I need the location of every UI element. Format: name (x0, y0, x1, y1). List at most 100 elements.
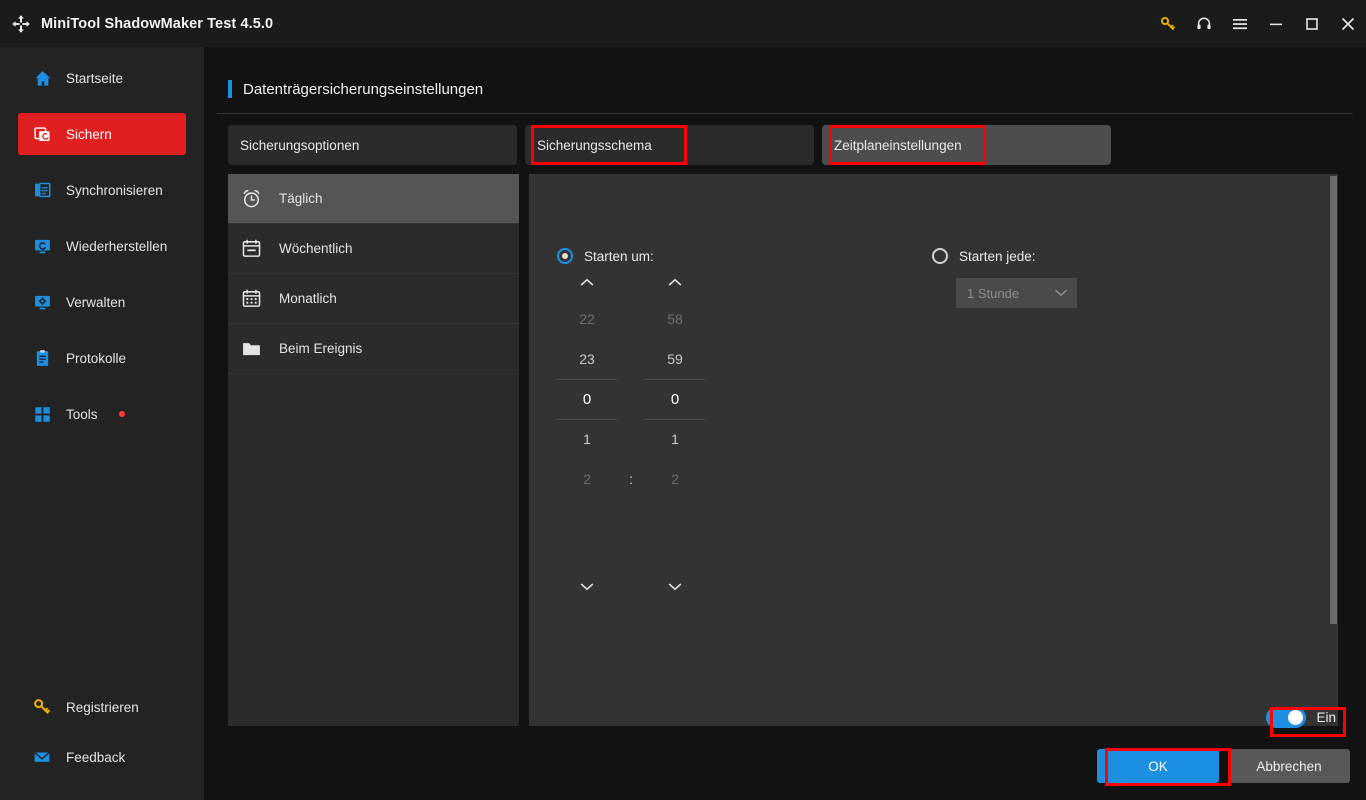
main-content: Datenträgersicherungseinstellungen Siche… (204, 47, 1366, 800)
sidebar-item-label: Verwalten (66, 294, 126, 310)
cancel-button[interactable]: Abbrechen (1228, 749, 1350, 783)
schedule-detail-panel: Starten um: Starten jede: 1 Stunde 22 23… (529, 174, 1338, 726)
minute-option[interactable]: 1 (645, 419, 705, 459)
schedule-item-monatlich[interactable]: Monatlich (228, 274, 519, 324)
time-picker: 22 23 0 1 2 : 58 59 0 1 2 (557, 269, 705, 599)
schedule-item-woechentlich[interactable]: Wöchentlich (228, 224, 519, 274)
interval-select-value: 1 Stunde (967, 285, 1020, 301)
sidebar-item-sichern[interactable]: Sichern (18, 113, 186, 155)
hour-option[interactable]: 2 (557, 459, 617, 499)
calendar-week-icon (240, 238, 262, 260)
radio-label: Starten um: (584, 248, 654, 264)
schedule-item-label: Wöchentlich (279, 241, 353, 256)
page-title: Datenträgersicherungseinstellungen (243, 80, 484, 98)
minute-option[interactable]: 58 (645, 299, 705, 339)
home-icon (32, 68, 52, 88)
schedule-type-list: Täglich Wöchentlich Monatlich Beim Ereig… (228, 174, 519, 726)
toggle-label: Ein (1316, 710, 1336, 725)
schedule-item-label: Monatlich (279, 291, 337, 306)
restore-icon (32, 236, 52, 256)
detail-scrollbar-thumb[interactable] (1330, 176, 1337, 624)
tools-icon (32, 404, 52, 424)
time-picker-minutes[interactable]: 58 59 0 1 2 (645, 269, 705, 599)
sidebar-item-feedback[interactable]: Feedback (18, 736, 186, 778)
title-bar-controls (1150, 0, 1366, 47)
interval-select[interactable]: 1 Stunde (956, 278, 1077, 308)
sidebar-item-wiederherstellen[interactable]: Wiederherstellen (18, 225, 186, 267)
sidebar-item-tools[interactable]: Tools (18, 393, 186, 435)
manage-icon (32, 292, 52, 312)
alarm-clock-icon (240, 188, 262, 210)
tab-label: Zeitplaneinstellungen (834, 137, 962, 153)
ok-button[interactable]: OK (1097, 749, 1219, 783)
radio-indicator (557, 248, 573, 264)
sidebar-item-synchronisieren[interactable]: Synchronisieren (18, 169, 186, 211)
backup-icon (32, 124, 52, 144)
hour-option[interactable]: 22 (557, 299, 617, 339)
toggle-knob (1288, 710, 1304, 725)
sidebar-item-label: Protokolle (66, 350, 127, 366)
calendar-month-icon (240, 288, 262, 310)
minimize-icon[interactable] (1258, 0, 1294, 47)
hour-option[interactable]: 1 (557, 419, 617, 459)
sidebar-item-label: Synchronisieren (66, 182, 163, 198)
detail-scrollbar[interactable] (1329, 174, 1338, 726)
hamburger-menu-icon[interactable] (1222, 0, 1258, 47)
tab-zeitplaneinstellungen[interactable]: Zeitplaneinstellungen (822, 125, 1111, 165)
radio-start-at[interactable]: Starten um: (557, 248, 654, 264)
mail-icon (32, 747, 52, 767)
page-header: Datenträgersicherungseinstellungen (228, 80, 483, 98)
minute-selected[interactable]: 0 (645, 379, 705, 419)
minute-option[interactable]: 2 (645, 459, 705, 499)
maximize-icon[interactable] (1294, 0, 1330, 47)
tools-new-badge (118, 411, 125, 417)
key-icon[interactable] (1150, 0, 1186, 47)
sidebar-item-label: Feedback (66, 749, 126, 765)
schedule-item-label: Täglich (279, 191, 323, 206)
close-icon[interactable] (1330, 0, 1366, 47)
header-divider (217, 113, 1353, 114)
sidebar-item-label: Registrieren (66, 699, 139, 715)
dialog-buttons: OK Abbrechen (1097, 749, 1350, 783)
sidebar-item-registrieren[interactable]: Registrieren (18, 686, 186, 728)
sidebar: Startseite Sichern Synchronisieren Wiede… (0, 47, 204, 800)
sidebar-item-label: Startseite (66, 70, 124, 86)
settings-tabs: Sicherungsoptionen Sicherungsschema Zeit… (228, 125, 1111, 165)
logs-icon (32, 348, 52, 368)
tab-label: Sicherungsschema (537, 137, 652, 153)
sidebar-item-verwalten[interactable]: Verwalten (18, 281, 186, 323)
radio-start-every[interactable]: Starten jede: (932, 248, 1036, 264)
sidebar-bottom-nav: Registrieren Feedback (0, 686, 204, 786)
chevron-down-icon (1055, 289, 1067, 297)
key-icon (32, 697, 52, 717)
sidebar-nav: Startseite Sichern Synchronisieren Wiede… (0, 47, 204, 435)
schedule-item-taeglich[interactable]: Täglich (228, 174, 519, 224)
sidebar-item-protokolle[interactable]: Protokolle (18, 337, 186, 379)
folder-icon (240, 338, 262, 360)
schedule-item-label: Beim Ereignis (279, 341, 363, 356)
title-accent-bar (228, 80, 232, 98)
sidebar-item-label: Wiederherstellen (66, 238, 168, 254)
schedule-item-beim-ereignis[interactable]: Beim Ereignis (228, 324, 519, 374)
sidebar-item-startseite[interactable]: Startseite (18, 57, 186, 99)
minute-option[interactable]: 59 (645, 339, 705, 379)
headset-icon[interactable] (1186, 0, 1222, 47)
schedule-toggle[interactable]: Ein (1266, 707, 1336, 728)
hour-selected[interactable]: 0 (557, 379, 617, 419)
chevron-up-icon[interactable] (645, 269, 705, 295)
tab-sicherungsoptionen[interactable]: Sicherungsoptionen (228, 125, 517, 165)
shadowmaker-logo-icon (10, 13, 32, 35)
tab-sicherungsschema[interactable]: Sicherungsschema (525, 125, 814, 165)
radio-label: Starten jede: (959, 248, 1036, 264)
chevron-down-icon[interactable] (645, 573, 705, 599)
title-bar-left: MiniTool ShadowMaker Test 4.5.0 (0, 13, 273, 35)
app-window: MiniTool ShadowMaker Test 4.5.0 Startsei… (0, 0, 1366, 800)
tab-label: Sicherungsoptionen (240, 137, 360, 153)
toggle-track[interactable] (1266, 707, 1307, 728)
chevron-up-icon[interactable] (557, 269, 617, 295)
chevron-down-icon[interactable] (557, 573, 617, 599)
time-picker-hours[interactable]: 22 23 0 1 2 (557, 269, 617, 599)
title-bar: MiniTool ShadowMaker Test 4.5.0 (0, 0, 1366, 47)
hour-option[interactable]: 23 (557, 339, 617, 379)
radio-indicator (932, 248, 948, 264)
